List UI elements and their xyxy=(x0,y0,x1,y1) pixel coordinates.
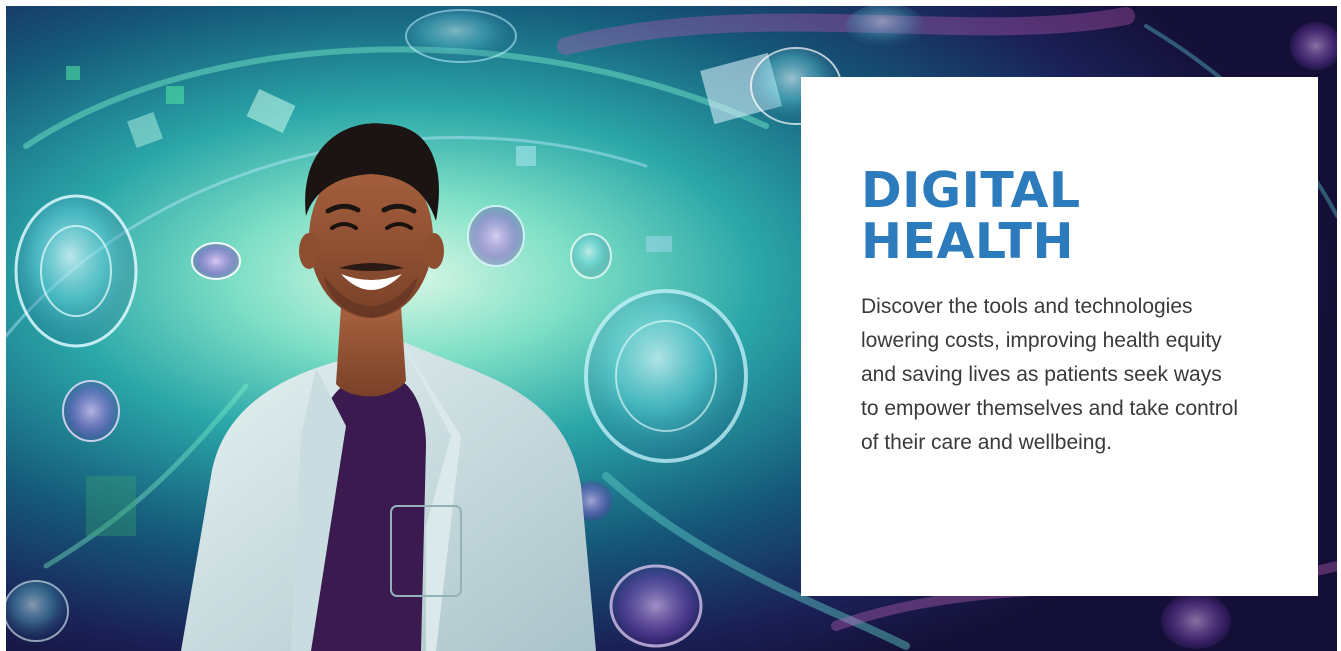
digital-health-card: DIGITAL HEALTH Discover the tools and te… xyxy=(801,77,1318,596)
hero-description: Discover the tools and technologies lowe… xyxy=(861,295,1239,454)
digital-health-hero: DIGITAL HEALTH Discover the tools and te… xyxy=(6,6,1337,651)
title-line-digital: DIGITAL xyxy=(861,162,1081,219)
page-title: DIGITAL HEALTH xyxy=(861,165,1221,267)
title-line-health: HEALTH xyxy=(861,213,1074,270)
